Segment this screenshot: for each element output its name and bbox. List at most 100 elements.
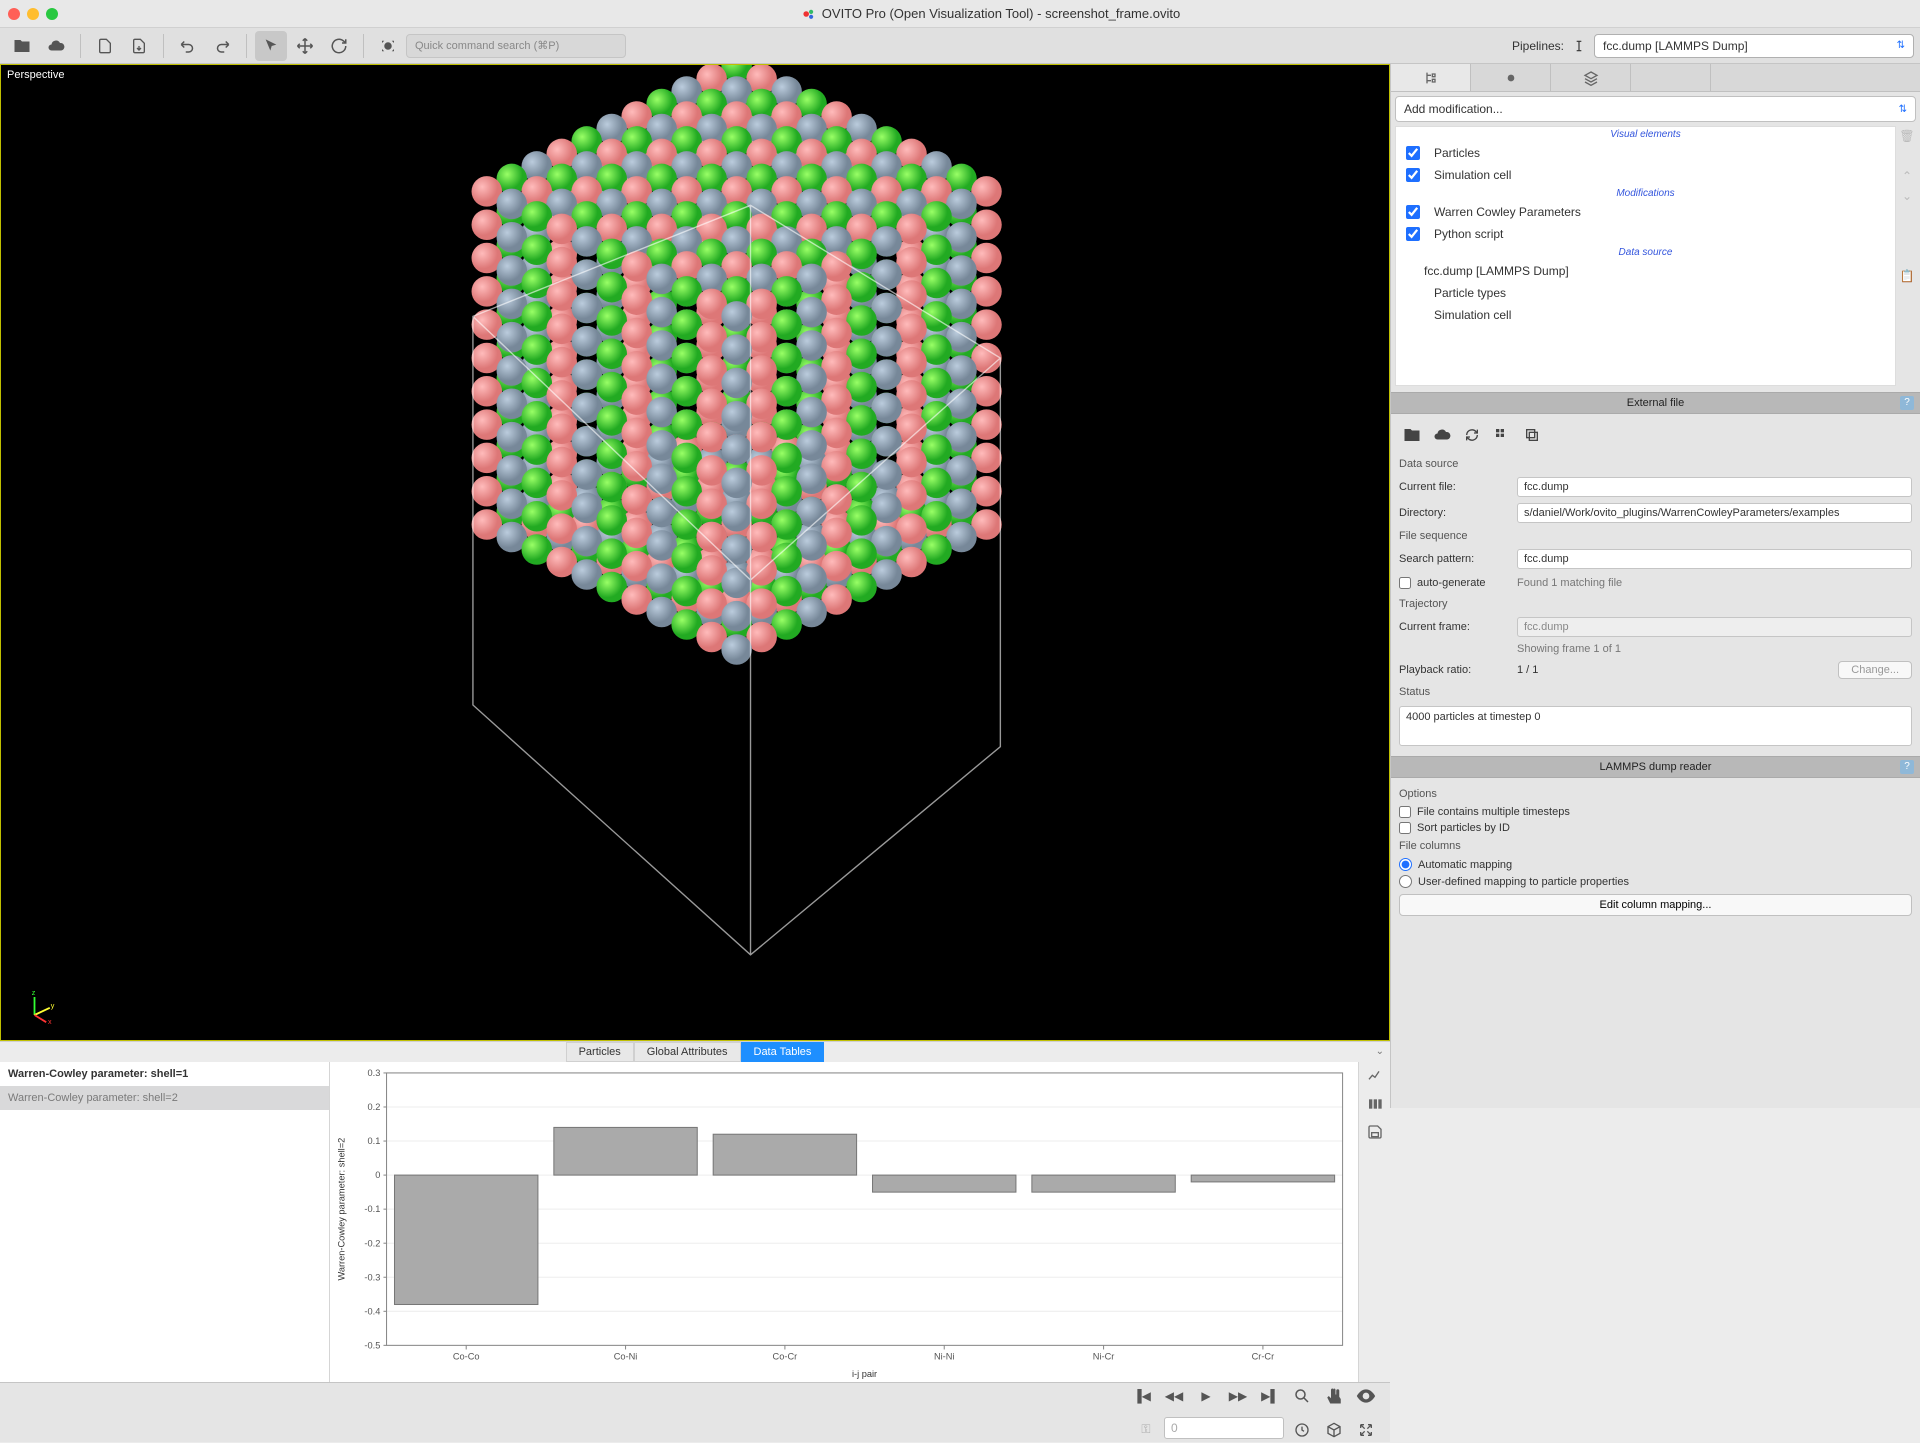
data-inspector-tabs: Particles Global Attributes Data Tables … bbox=[0, 1041, 1390, 1062]
redo-button[interactable] bbox=[206, 31, 238, 61]
sort-by-id-checkbox[interactable] bbox=[1399, 822, 1411, 834]
clock-icon[interactable] bbox=[1288, 1417, 1316, 1443]
key-icon[interactable]: ⚿ bbox=[1132, 1417, 1160, 1443]
svg-text:0.2: 0.2 bbox=[368, 1102, 381, 1112]
delete-icon[interactable]: 🗑 bbox=[1899, 129, 1914, 143]
zoom-button[interactable] bbox=[1288, 1383, 1316, 1409]
select-tool-button[interactable] bbox=[255, 31, 287, 61]
grid-icon[interactable] bbox=[1491, 424, 1513, 446]
tab-global-attributes[interactable]: Global Attributes bbox=[634, 1042, 741, 1062]
cloud-icon[interactable] bbox=[1431, 424, 1453, 446]
last-frame-button[interactable]: ▶▌ bbox=[1256, 1383, 1284, 1409]
current-file-field[interactable]: fcc.dump bbox=[1517, 477, 1912, 497]
move-tool-button[interactable] bbox=[289, 31, 321, 61]
pipeline-cursor-icon bbox=[1572, 37, 1586, 55]
folder-icon[interactable] bbox=[1401, 424, 1423, 446]
rotate-tool-button[interactable] bbox=[323, 31, 355, 61]
edit-column-mapping-button[interactable]: Edit column mapping... bbox=[1399, 894, 1912, 916]
tab-particles[interactable]: Particles bbox=[566, 1042, 634, 1062]
list-item-shell2[interactable]: Warren-Cowley parameter: shell=2 bbox=[0, 1086, 329, 1110]
auto-generate-checkbox[interactable] bbox=[1399, 577, 1411, 589]
maximize-icon[interactable] bbox=[46, 8, 58, 20]
external-file-header: External file? bbox=[1391, 392, 1920, 414]
list-item-shell1[interactable]: Warren-Cowley parameter: shell=1 bbox=[0, 1062, 329, 1086]
current-frame-field: fcc.dump bbox=[1517, 617, 1912, 637]
chevron-down-icon[interactable]: ⌄ bbox=[1376, 1046, 1384, 1057]
refresh-icon[interactable] bbox=[1461, 424, 1483, 446]
file-sequence-label: File sequence bbox=[1399, 526, 1912, 546]
multi-timestep-checkbox[interactable] bbox=[1399, 806, 1411, 818]
showing-frame-text: Showing frame 1 of 1 bbox=[1517, 643, 1912, 655]
pan-button[interactable] bbox=[1320, 1383, 1348, 1409]
pl-wcp[interactable]: Warren Cowley Parameters bbox=[1396, 201, 1895, 223]
svg-text:-0.3: -0.3 bbox=[364, 1272, 380, 1282]
minimize-icon[interactable] bbox=[27, 8, 39, 20]
help-icon[interactable]: ? bbox=[1900, 760, 1914, 774]
pipeline-tab-render[interactable] bbox=[1471, 64, 1551, 91]
download-cloud-button[interactable] bbox=[40, 31, 72, 61]
user-mapping-radio[interactable] bbox=[1399, 875, 1412, 888]
svg-text:Ni-Cr: Ni-Cr bbox=[1093, 1351, 1115, 1361]
pl-simcell[interactable]: Simulation cell bbox=[1396, 164, 1895, 186]
svg-text:Co-Co: Co-Co bbox=[453, 1351, 480, 1361]
pipeline-items-list: 🗑 ⌃ ⌄ 📋 Visual elements Particles Simula… bbox=[1395, 126, 1896, 386]
viewport-label: Perspective bbox=[7, 69, 64, 81]
pipeline-value: fcc.dump [LAMMPS Dump] bbox=[1603, 39, 1748, 53]
found-files-text: Found 1 matching file bbox=[1517, 577, 1912, 589]
auto-mapping-radio[interactable] bbox=[1399, 858, 1412, 871]
expand-icon[interactable] bbox=[1352, 1417, 1380, 1443]
chart-table-icon[interactable] bbox=[1365, 1094, 1385, 1114]
window-controls bbox=[8, 8, 58, 20]
play-button[interactable]: ▶ bbox=[1192, 1383, 1220, 1409]
undo-button[interactable] bbox=[172, 31, 204, 61]
lammps-reader-header: LAMMPS dump reader? bbox=[1391, 756, 1920, 778]
chart-line-icon[interactable] bbox=[1365, 1066, 1385, 1086]
svg-text:Warren-Cowley parameter: shell: Warren-Cowley parameter: shell=2 bbox=[336, 1137, 346, 1280]
file-columns-label: File columns bbox=[1399, 836, 1912, 856]
open-file-button[interactable] bbox=[6, 31, 38, 61]
change-button[interactable]: Change... bbox=[1838, 661, 1912, 679]
search-pattern-field[interactable]: fcc.dump bbox=[1517, 549, 1912, 569]
section-mods: Modifications bbox=[1396, 186, 1895, 201]
pl-ptypes[interactable]: Particle types bbox=[1396, 282, 1895, 304]
pl-fccdump[interactable]: fcc.dump [LAMMPS Dump] bbox=[1396, 260, 1895, 282]
new-file-button[interactable] bbox=[89, 31, 121, 61]
svg-text:0: 0 bbox=[375, 1170, 380, 1180]
help-icon[interactable]: ? bbox=[1900, 396, 1914, 410]
axis-tripod-icon: z y x bbox=[21, 988, 57, 1024]
pl-simcell2[interactable]: Simulation cell bbox=[1396, 304, 1895, 326]
render-button[interactable] bbox=[372, 31, 404, 61]
pl-particles[interactable]: Particles bbox=[1396, 142, 1895, 164]
pipeline-tab-layers[interactable] bbox=[1551, 64, 1631, 91]
status-label: Status bbox=[1399, 682, 1912, 702]
cube-icon[interactable] bbox=[1320, 1417, 1348, 1443]
pl-python[interactable]: Python script bbox=[1396, 223, 1895, 245]
clipboard-icon[interactable]: 📋 bbox=[1900, 269, 1915, 283]
view-button[interactable] bbox=[1352, 1383, 1380, 1409]
first-frame-button[interactable]: ▐◀ bbox=[1128, 1383, 1156, 1409]
add-modification-dropdown[interactable]: Add modification... ⇅ bbox=[1395, 96, 1916, 122]
status-text: 4000 particles at timestep 0 bbox=[1399, 706, 1912, 746]
svg-text:-0.1: -0.1 bbox=[364, 1204, 380, 1214]
chart-save-icon[interactable] bbox=[1365, 1122, 1385, 1142]
prev-frame-button[interactable]: ◀◀ bbox=[1160, 1383, 1188, 1409]
move-down-icon[interactable]: ⌄ bbox=[1902, 189, 1912, 203]
pipeline-tab-empty[interactable] bbox=[1631, 64, 1711, 91]
command-search-input[interactable]: Quick command search (⌘P) bbox=[406, 34, 626, 58]
copy-icon[interactable] bbox=[1521, 424, 1543, 446]
next-frame-button[interactable]: ▶▶ bbox=[1224, 1383, 1252, 1409]
tab-data-tables[interactable]: Data Tables bbox=[741, 1042, 825, 1062]
frame-number-input[interactable]: 0 bbox=[1164, 1417, 1284, 1439]
pipeline-view-tabs bbox=[1391, 64, 1920, 92]
pipeline-selector[interactable]: fcc.dump [LAMMPS Dump] ⇅ bbox=[1594, 34, 1914, 58]
section-visual: Visual elements bbox=[1396, 127, 1895, 142]
export-file-button[interactable] bbox=[123, 31, 155, 61]
pipeline-tab-tree[interactable] bbox=[1391, 64, 1471, 91]
directory-field[interactable]: s/daniel/Work/ovito_plugins/WarrenCowley… bbox=[1517, 503, 1912, 523]
svg-text:-0.4: -0.4 bbox=[364, 1306, 380, 1316]
viewport-3d[interactable]: Perspective z y x bbox=[0, 64, 1390, 1041]
properties-panel: Add modification... ⇅ 🗑 ⌃ ⌄ 📋 Visual ele… bbox=[1390, 64, 1920, 1108]
move-up-icon[interactable]: ⌃ bbox=[1902, 169, 1912, 183]
close-icon[interactable] bbox=[8, 8, 20, 20]
separator bbox=[246, 34, 247, 58]
